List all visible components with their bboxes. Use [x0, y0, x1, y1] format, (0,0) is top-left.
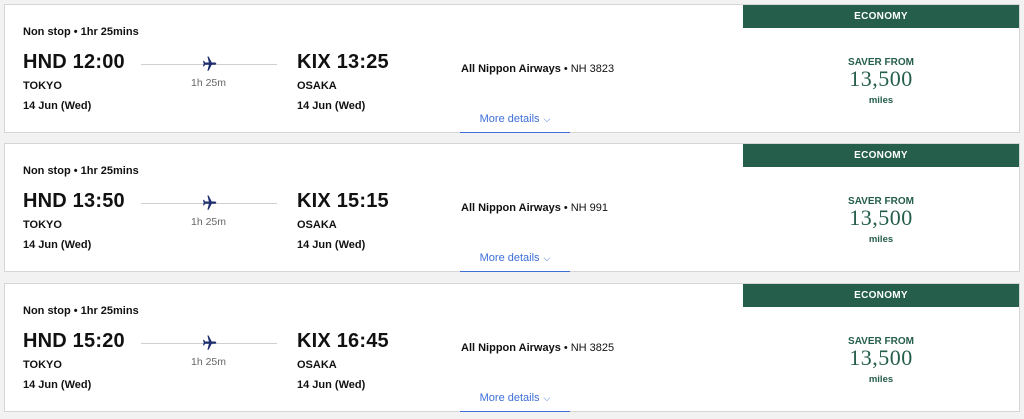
arrival-date: 14 Jun (Wed) — [297, 239, 366, 251]
arrival-time: KIX 16:45 — [297, 330, 389, 352]
separator-dot: • — [563, 202, 568, 214]
flight-number: NH 3825 — [570, 342, 615, 354]
flight-duration: 1h 25m — [191, 216, 227, 228]
departure-date: 14 Jun (Wed) — [23, 100, 92, 112]
departure-time: HND 13:50 — [23, 190, 125, 212]
departure-date: 14 Jun (Wed) — [23, 379, 92, 391]
more-details-label: More details — [479, 252, 540, 264]
chevron-down-icon: ⌵ — [543, 393, 551, 403]
price-unit: miles — [868, 234, 894, 245]
airline-name: All Nippon Airways — [461, 342, 561, 354]
stops-summary: Non stop • 1hr 25mins — [23, 305, 139, 317]
arrival-city: OSAKA — [297, 80, 337, 92]
cabin-class-tab[interactable]: ECONOMY — [743, 144, 1019, 167]
price-unit: miles — [868, 95, 894, 106]
flight-number: NH 991 — [570, 202, 608, 214]
arrival-time: KIX 13:25 — [297, 51, 389, 73]
more-details-link[interactable]: More details ⌵ — [460, 252, 570, 272]
separator-dot: • — [563, 342, 568, 354]
flight-card: Non stop • 1hr 25mins HND 13:50 TOKYO 14… — [4, 143, 1020, 272]
more-details-label: More details — [479, 392, 540, 404]
flight-card: Non stop • 1hr 25mins HND 12:00 TOKYO 14… — [4, 4, 1020, 133]
airline-name: All Nippon Airways — [461, 63, 561, 75]
stops-summary: Non stop • 1hr 25mins — [23, 26, 139, 38]
plane-icon — [202, 195, 217, 210]
flight-duration: 1h 25m — [191, 356, 227, 368]
arrival-date: 14 Jun (Wed) — [297, 379, 366, 391]
departure-city: TOKYO — [23, 219, 62, 231]
airline-name: All Nippon Airways — [461, 202, 561, 214]
price-value[interactable]: 13,500 — [743, 205, 1019, 231]
plane-icon — [202, 335, 217, 350]
flight-card: Non stop • 1hr 25mins HND 15:20 TOKYO 14… — [4, 283, 1020, 412]
departure-time: HND 15:20 — [23, 330, 125, 352]
arrival-city: OSAKA — [297, 219, 337, 231]
more-details-label: More details — [479, 113, 540, 125]
cabin-class-tab[interactable]: ECONOMY — [743, 284, 1019, 307]
departure-time: HND 12:00 — [23, 51, 125, 73]
more-details-link[interactable]: More details ⌵ — [460, 113, 570, 133]
departure-date: 14 Jun (Wed) — [23, 239, 92, 251]
departure-city: TOKYO — [23, 359, 62, 371]
departure-city: TOKYO — [23, 80, 62, 92]
airline-info: All Nippon Airways • NH 3823 — [461, 63, 614, 75]
airline-info: All Nippon Airways • NH 3825 — [461, 342, 614, 354]
cabin-class-tab[interactable]: ECONOMY — [743, 5, 1019, 28]
separator-dot: • — [563, 63, 568, 75]
arrival-date: 14 Jun (Wed) — [297, 100, 366, 112]
more-details-link[interactable]: More details ⌵ — [460, 392, 570, 412]
arrival-city: OSAKA — [297, 359, 337, 371]
price-value[interactable]: 13,500 — [743, 345, 1019, 371]
chevron-down-icon: ⌵ — [543, 253, 551, 263]
arrival-time: KIX 15:15 — [297, 190, 389, 212]
stops-summary: Non stop • 1hr 25mins — [23, 165, 139, 177]
price-unit: miles — [868, 374, 894, 385]
flight-number: NH 3823 — [570, 63, 615, 75]
price-value[interactable]: 13,500 — [743, 66, 1019, 92]
plane-icon — [202, 56, 217, 71]
flight-duration: 1h 25m — [191, 77, 227, 89]
airline-info: All Nippon Airways • NH 991 — [461, 202, 608, 214]
chevron-down-icon: ⌵ — [543, 114, 551, 124]
